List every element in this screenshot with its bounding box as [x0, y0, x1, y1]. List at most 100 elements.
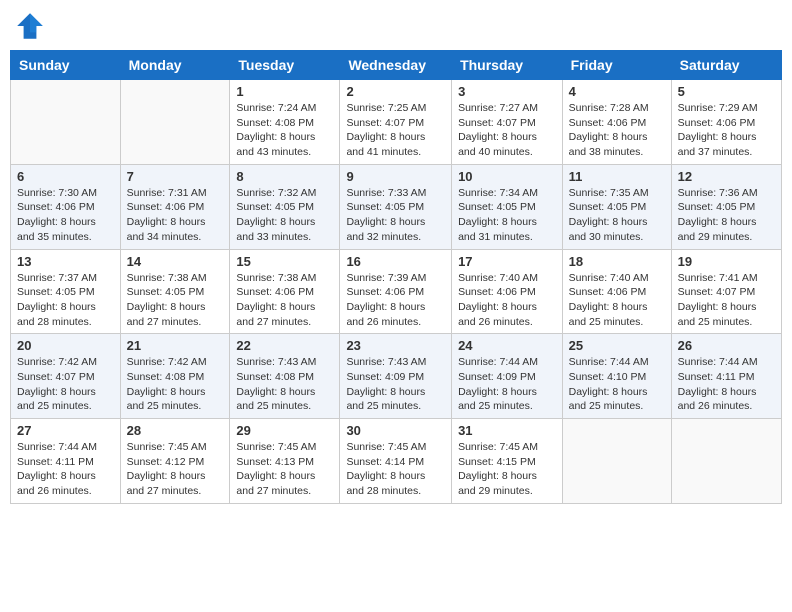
day-details: Sunrise: 7:44 AMSunset: 4:11 PMDaylight:…: [678, 356, 758, 412]
calendar-cell: 15 Sunrise: 7:38 AMSunset: 4:06 PMDayligh…: [230, 249, 340, 334]
day-number: 13: [17, 254, 114, 269]
calendar-cell: 10 Sunrise: 7:34 AMSunset: 4:05 PMDayligh…: [452, 164, 563, 249]
day-details: Sunrise: 7:30 AMSunset: 4:06 PMDaylight:…: [17, 187, 97, 243]
day-header-friday: Friday: [562, 51, 671, 80]
day-details: Sunrise: 7:41 AMSunset: 4:07 PMDaylight:…: [678, 272, 758, 328]
day-number: 23: [346, 338, 445, 353]
calendar-cell: [671, 419, 781, 504]
day-details: Sunrise: 7:33 AMSunset: 4:05 PMDaylight:…: [346, 187, 426, 243]
calendar-cell: 3 Sunrise: 7:27 AMSunset: 4:07 PMDaylight…: [452, 80, 563, 165]
calendar-cell: 25 Sunrise: 7:44 AMSunset: 4:10 PMDayligh…: [562, 334, 671, 419]
day-details: Sunrise: 7:29 AMSunset: 4:06 PMDaylight:…: [678, 102, 758, 158]
day-number: 25: [569, 338, 665, 353]
day-number: 6: [17, 169, 114, 184]
day-details: Sunrise: 7:24 AMSunset: 4:08 PMDaylight:…: [236, 102, 316, 158]
day-number: 2: [346, 84, 445, 99]
day-number: 10: [458, 169, 556, 184]
calendar-cell: 24 Sunrise: 7:44 AMSunset: 4:09 PMDayligh…: [452, 334, 563, 419]
day-number: 15: [236, 254, 333, 269]
day-details: Sunrise: 7:45 AMSunset: 4:14 PMDaylight:…: [346, 441, 426, 497]
day-number: 17: [458, 254, 556, 269]
day-details: Sunrise: 7:34 AMSunset: 4:05 PMDaylight:…: [458, 187, 538, 243]
day-number: 26: [678, 338, 775, 353]
day-details: Sunrise: 7:27 AMSunset: 4:07 PMDaylight:…: [458, 102, 538, 158]
calendar-cell: [120, 80, 230, 165]
day-details: Sunrise: 7:42 AMSunset: 4:07 PMDaylight:…: [17, 356, 97, 412]
calendar-cell: 31Sunrise: 7:45 AMSunset: 4:15 PMDayligh…: [452, 419, 563, 504]
calendar-cell: [11, 80, 121, 165]
day-number: 24: [458, 338, 556, 353]
day-number: 3: [458, 84, 556, 99]
day-number: 1: [236, 84, 333, 99]
day-number: 5: [678, 84, 775, 99]
day-details: Sunrise: 7:44 AMSunset: 4:10 PMDaylight:…: [569, 356, 649, 412]
day-number: 31: [458, 423, 556, 438]
day-header-sunday: Sunday: [11, 51, 121, 80]
day-details: Sunrise: 7:32 AMSunset: 4:05 PMDaylight:…: [236, 187, 316, 243]
day-number: 22: [236, 338, 333, 353]
calendar-cell: 4 Sunrise: 7:28 AMSunset: 4:06 PMDaylight…: [562, 80, 671, 165]
page-header: [10, 10, 782, 42]
day-number: 30: [346, 423, 445, 438]
day-number: 28: [127, 423, 224, 438]
day-details: Sunrise: 7:45 AMSunset: 4:13 PMDaylight:…: [236, 441, 316, 497]
day-details: Sunrise: 7:44 AMSunset: 4:11 PMDaylight:…: [17, 441, 97, 497]
day-number: 4: [569, 84, 665, 99]
day-details: Sunrise: 7:28 AMSunset: 4:06 PMDaylight:…: [569, 102, 649, 158]
calendar-week-5: 27Sunrise: 7:44 AMSunset: 4:11 PMDayligh…: [11, 419, 782, 504]
day-details: Sunrise: 7:43 AMSunset: 4:08 PMDaylight:…: [236, 356, 316, 412]
day-number: 8: [236, 169, 333, 184]
day-details: Sunrise: 7:38 AMSunset: 4:06 PMDaylight:…: [236, 272, 316, 328]
day-number: 18: [569, 254, 665, 269]
day-header-thursday: Thursday: [452, 51, 563, 80]
calendar-cell: 22 Sunrise: 7:43 AMSunset: 4:08 PMDayligh…: [230, 334, 340, 419]
calendar-cell: 28 Sunrise: 7:45 AMSunset: 4:12 PMDayligh…: [120, 419, 230, 504]
day-details: Sunrise: 7:39 AMSunset: 4:06 PMDaylight:…: [346, 272, 426, 328]
calendar-cell: 7 Sunrise: 7:31 AMSunset: 4:06 PMDaylight…: [120, 164, 230, 249]
day-number: 7: [127, 169, 224, 184]
calendar-week-2: 6 Sunrise: 7:30 AMSunset: 4:06 PMDaylight…: [11, 164, 782, 249]
calendar-cell: 26 Sunrise: 7:44 AMSunset: 4:11 PMDayligh…: [671, 334, 781, 419]
logo: [14, 10, 48, 42]
day-number: 11: [569, 169, 665, 184]
day-details: Sunrise: 7:37 AMSunset: 4:05 PMDaylight:…: [17, 272, 97, 328]
calendar-cell: 30 Sunrise: 7:45 AMSunset: 4:14 PMDayligh…: [340, 419, 452, 504]
day-details: Sunrise: 7:36 AMSunset: 4:05 PMDaylight:…: [678, 187, 758, 243]
day-number: 19: [678, 254, 775, 269]
day-details: Sunrise: 7:35 AMSunset: 4:05 PMDaylight:…: [569, 187, 649, 243]
calendar-cell: 19 Sunrise: 7:41 AMSunset: 4:07 PMDayligh…: [671, 249, 781, 334]
day-number: 14: [127, 254, 224, 269]
calendar-cell: 17 Sunrise: 7:40 AMSunset: 4:06 PMDayligh…: [452, 249, 563, 334]
calendar-table: SundayMondayTuesdayWednesdayThursdayFrid…: [10, 50, 782, 504]
day-details: Sunrise: 7:31 AMSunset: 4:06 PMDaylight:…: [127, 187, 207, 243]
day-details: Sunrise: 7:43 AMSunset: 4:09 PMDaylight:…: [346, 356, 426, 412]
day-header-wednesday: Wednesday: [340, 51, 452, 80]
calendar-cell: 29 Sunrise: 7:45 AMSunset: 4:13 PMDayligh…: [230, 419, 340, 504]
day-header-tuesday: Tuesday: [230, 51, 340, 80]
calendar-week-4: 20Sunrise: 7:42 AMSunset: 4:07 PMDayligh…: [11, 334, 782, 419]
day-details: Sunrise: 7:40 AMSunset: 4:06 PMDaylight:…: [458, 272, 538, 328]
day-number: 29: [236, 423, 333, 438]
calendar-cell: 12 Sunrise: 7:36 AMSunset: 4:05 PMDayligh…: [671, 164, 781, 249]
day-header-saturday: Saturday: [671, 51, 781, 80]
day-details: Sunrise: 7:45 AMSunset: 4:12 PMDaylight:…: [127, 441, 207, 497]
day-number: 9: [346, 169, 445, 184]
calendar-week-1: 1 Sunrise: 7:24 AMSunset: 4:08 PMDaylight…: [11, 80, 782, 165]
calendar-cell: 1 Sunrise: 7:24 AMSunset: 4:08 PMDaylight…: [230, 80, 340, 165]
calendar-cell: 27Sunrise: 7:44 AMSunset: 4:11 PMDayligh…: [11, 419, 121, 504]
day-details: Sunrise: 7:38 AMSunset: 4:05 PMDaylight:…: [127, 272, 207, 328]
logo-icon: [14, 10, 46, 42]
day-number: 16: [346, 254, 445, 269]
day-details: Sunrise: 7:25 AMSunset: 4:07 PMDaylight:…: [346, 102, 426, 158]
day-details: Sunrise: 7:40 AMSunset: 4:06 PMDaylight:…: [569, 272, 649, 328]
day-number: 21: [127, 338, 224, 353]
day-number: 12: [678, 169, 775, 184]
day-header-monday: Monday: [120, 51, 230, 80]
calendar-cell: 20Sunrise: 7:42 AMSunset: 4:07 PMDayligh…: [11, 334, 121, 419]
day-details: Sunrise: 7:44 AMSunset: 4:09 PMDaylight:…: [458, 356, 538, 412]
calendar-cell: 21Sunrise: 7:42 AMSunset: 4:08 PMDayligh…: [120, 334, 230, 419]
calendar-week-3: 13 Sunrise: 7:37 AMSunset: 4:05 PMDayligh…: [11, 249, 782, 334]
calendar-cell: [562, 419, 671, 504]
calendar-cell: 18 Sunrise: 7:40 AMSunset: 4:06 PMDayligh…: [562, 249, 671, 334]
calendar-cell: 2 Sunrise: 7:25 AMSunset: 4:07 PMDaylight…: [340, 80, 452, 165]
